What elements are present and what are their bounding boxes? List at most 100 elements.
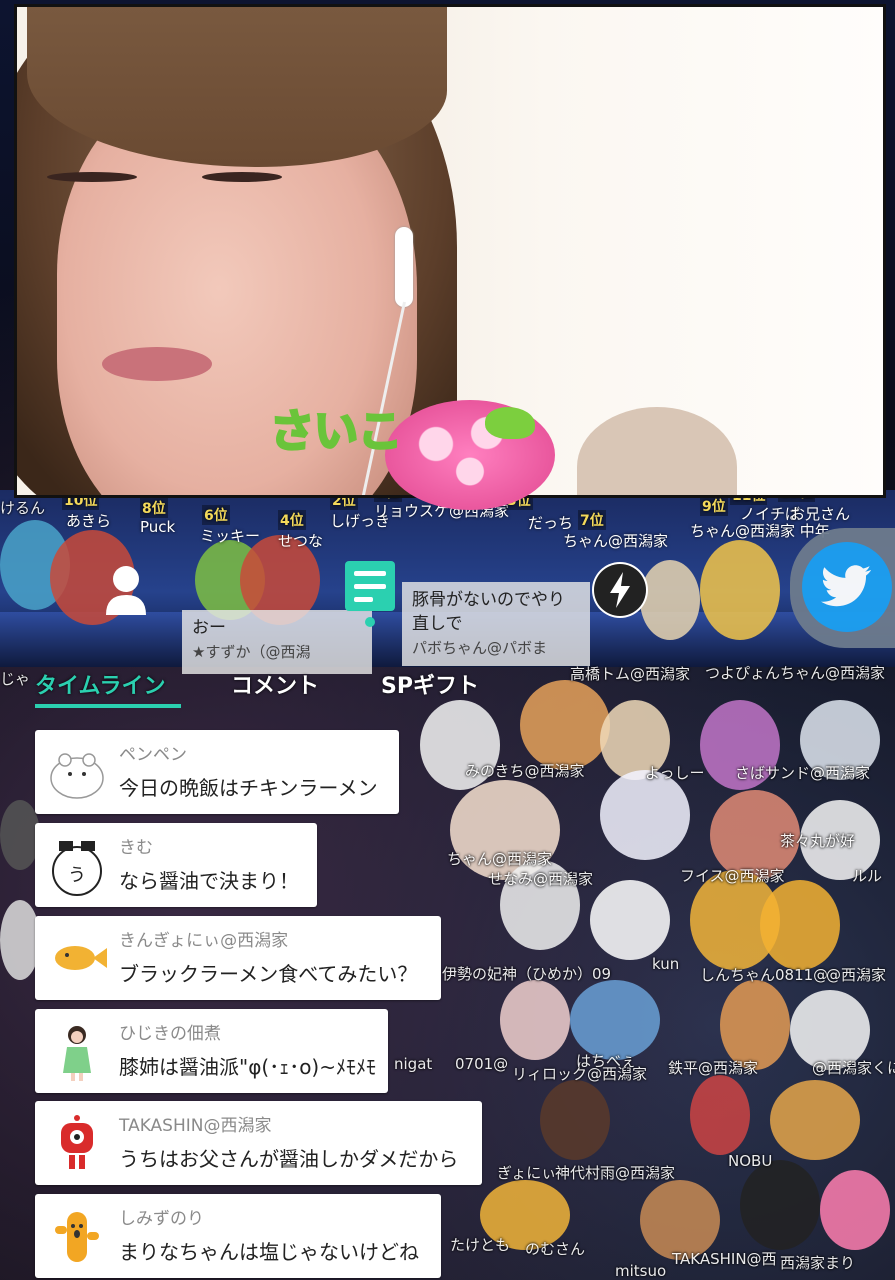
goldfish-avatar — [55, 946, 107, 970]
bg-user-name: nigat — [394, 1055, 433, 1073]
bg-user-name: 高橋トム@西潟家 — [570, 665, 691, 683]
gift-text: さいこ — [269, 405, 404, 459]
eye — [202, 172, 282, 182]
avatar-sticker — [700, 540, 780, 640]
twitter-icon — [821, 565, 871, 607]
timeline-item[interactable]: ひじきの佃煮 膝姉は醤油派"φ(･ｪ･o)~ﾒﾓﾒﾓ — [35, 1009, 388, 1093]
rank-badge: 6位 — [202, 505, 230, 525]
lightning-icon — [594, 564, 646, 616]
svg-text:う: う — [68, 865, 86, 886]
bg-user-name: たけとも — [450, 1236, 511, 1254]
user-button[interactable] — [96, 560, 156, 620]
bg-user-name: NOBU — [728, 1152, 773, 1170]
rank-user-name: ミッキー — [200, 527, 261, 545]
timeline-message: なら醤油で決まり！ — [119, 869, 299, 893]
bg-user-name: のむさん — [525, 1240, 586, 1258]
bg-user-name: つよぴょんちゃん@西潟家 — [705, 664, 886, 682]
red-robot-avatar — [61, 1115, 93, 1169]
rank-user-name: あきら — [66, 512, 112, 530]
timeline-message: ブラックラーメン食べてみたい？ — [119, 962, 418, 986]
bg-user-name: さばサンド@西潟家 — [735, 764, 871, 782]
bg-user-name: けるん — [0, 499, 46, 517]
avatar-sticker — [770, 1080, 860, 1160]
bg-user-name: 鉄平@西潟家 — [668, 1059, 759, 1077]
avatar-sticker — [520, 680, 610, 770]
rank-user-name: ちゃん@西潟家 — [563, 532, 669, 550]
timeline-item[interactable]: う きむ なら醤油で決まり！ — [35, 823, 317, 907]
bg-user-name: じゃ — [0, 670, 31, 688]
avatar-sticker — [0, 800, 40, 870]
rank-badge: 9位 — [700, 496, 728, 516]
stage-comment-text: おー — [192, 618, 226, 638]
cactus-avatar — [55, 1212, 99, 1262]
tab-timeline[interactable]: タイムライン — [35, 668, 165, 700]
timeline-message: まりなちゃんは塩じゃないけどね — [119, 1240, 419, 1264]
timeline-user-name: しみずのり — [119, 1209, 204, 1229]
twitter-share-button[interactable] — [790, 528, 895, 648]
stage-comment: 豚骨がないのでやり直しで パボちゃん@パボま — [402, 582, 590, 666]
avatar-sticker — [760, 880, 840, 970]
lips — [102, 347, 212, 381]
avatar-sticker — [820, 1170, 890, 1250]
earphone — [395, 227, 413, 307]
flash-button[interactable] — [592, 562, 648, 618]
bg-user-name: 0701@ — [455, 1055, 509, 1073]
rank-user-name: Puck — [140, 518, 176, 536]
avatar-sticker — [570, 980, 660, 1060]
bg-user-name: 茶々丸が好 — [780, 832, 856, 850]
bg-user-name: TAKASHIN@西 — [672, 1250, 777, 1268]
timeline-item[interactable]: しみずのり まりなちゃんは塩じゃないけどね — [35, 1194, 441, 1278]
avatar-sticker — [640, 560, 700, 640]
bg-user-name: よっしー — [645, 764, 705, 782]
bg-user-name: 伊勢の妃神（ひめか）09 — [442, 965, 612, 983]
polar-bear-avatar — [50, 753, 104, 799]
comment-icon — [345, 561, 395, 611]
timeline-item[interactable]: きんぎょにぃ@西潟家 ブラックラーメン食べてみたい？ — [35, 916, 441, 1000]
bg-user-name: フイス@西潟家 — [680, 867, 785, 885]
girl-avatar — [63, 1026, 91, 1081]
avatar-sticker — [500, 980, 570, 1060]
timeline-message: うちはお父さんが醤油しかダメだから — [119, 1147, 459, 1171]
timeline-item[interactable]: ペンペン 今日の晩飯はチキンラーメン — [35, 730, 399, 814]
stage-comment-text: 豚骨がないのでやり直しで — [412, 590, 565, 634]
rank-user-name: お兄さん — [790, 505, 851, 523]
avatar-sticker — [740, 1160, 820, 1250]
avatar-sticker — [540, 1080, 610, 1160]
gift-animation: さいこ — [269, 395, 580, 525]
ramen-club-avatar: う — [52, 841, 102, 896]
timeline-user-name: きむ — [119, 838, 153, 858]
timeline-user-name: ペンペン — [119, 745, 187, 765]
bg-user-name: ぎょにぃ — [497, 1164, 557, 1182]
active-tab-indicator — [35, 704, 181, 708]
avatar-sticker — [590, 880, 670, 960]
bg-user-name: せなみ@西潟家 — [488, 870, 594, 888]
avatar-sticker — [600, 770, 690, 860]
bg-user-name: はちべぇ — [576, 1052, 637, 1070]
timeline-message: 今日の晩飯はチキンラーメン — [119, 776, 378, 800]
bg-user-name: ちゃん@西潟家 — [447, 850, 553, 868]
stage-comment-user: ★すずか（@西潟 — [192, 643, 311, 661]
avatar-sticker — [0, 900, 40, 980]
bg-user-name: @西潟家くに — [812, 1059, 895, 1077]
bg-user-name: mitsuo — [615, 1262, 667, 1280]
tab-comment[interactable]: コメント — [231, 668, 319, 700]
avatar-sticker — [690, 1075, 750, 1155]
rank-user-name: せつな — [278, 532, 324, 550]
comment-button[interactable] — [340, 558, 400, 630]
bg-user-name: 神代村雨@西潟家 — [555, 1164, 676, 1182]
user-icon — [106, 566, 146, 615]
eye — [47, 172, 137, 182]
tab-sp-gift[interactable]: SPギフト — [381, 668, 479, 700]
rank-badge: 7位 — [578, 510, 606, 530]
timeline-user-name: TAKASHIN@西潟家 — [119, 1116, 272, 1136]
active-indicator — [365, 617, 375, 627]
bg-user-name: kun — [652, 955, 680, 973]
bg-user-name: @西潟家 — [826, 966, 887, 984]
bg-user-name: 西潟家まり — [780, 1254, 856, 1272]
bg-user-name: ルル — [852, 867, 883, 885]
timeline-user-name: ひじきの佃煮 — [119, 1024, 221, 1044]
timeline-message: 膝姉は醤油派"φ(･ｪ･o)~ﾒﾓﾒﾓ — [119, 1055, 376, 1079]
stage-comment-user: パボちゃん@パボま — [412, 639, 548, 657]
timeline-item[interactable]: TAKASHIN@西潟家 うちはお父さんが醤油しかダメだから — [35, 1101, 482, 1185]
timeline-user-name: きんぎょにぃ@西潟家 — [119, 931, 289, 951]
